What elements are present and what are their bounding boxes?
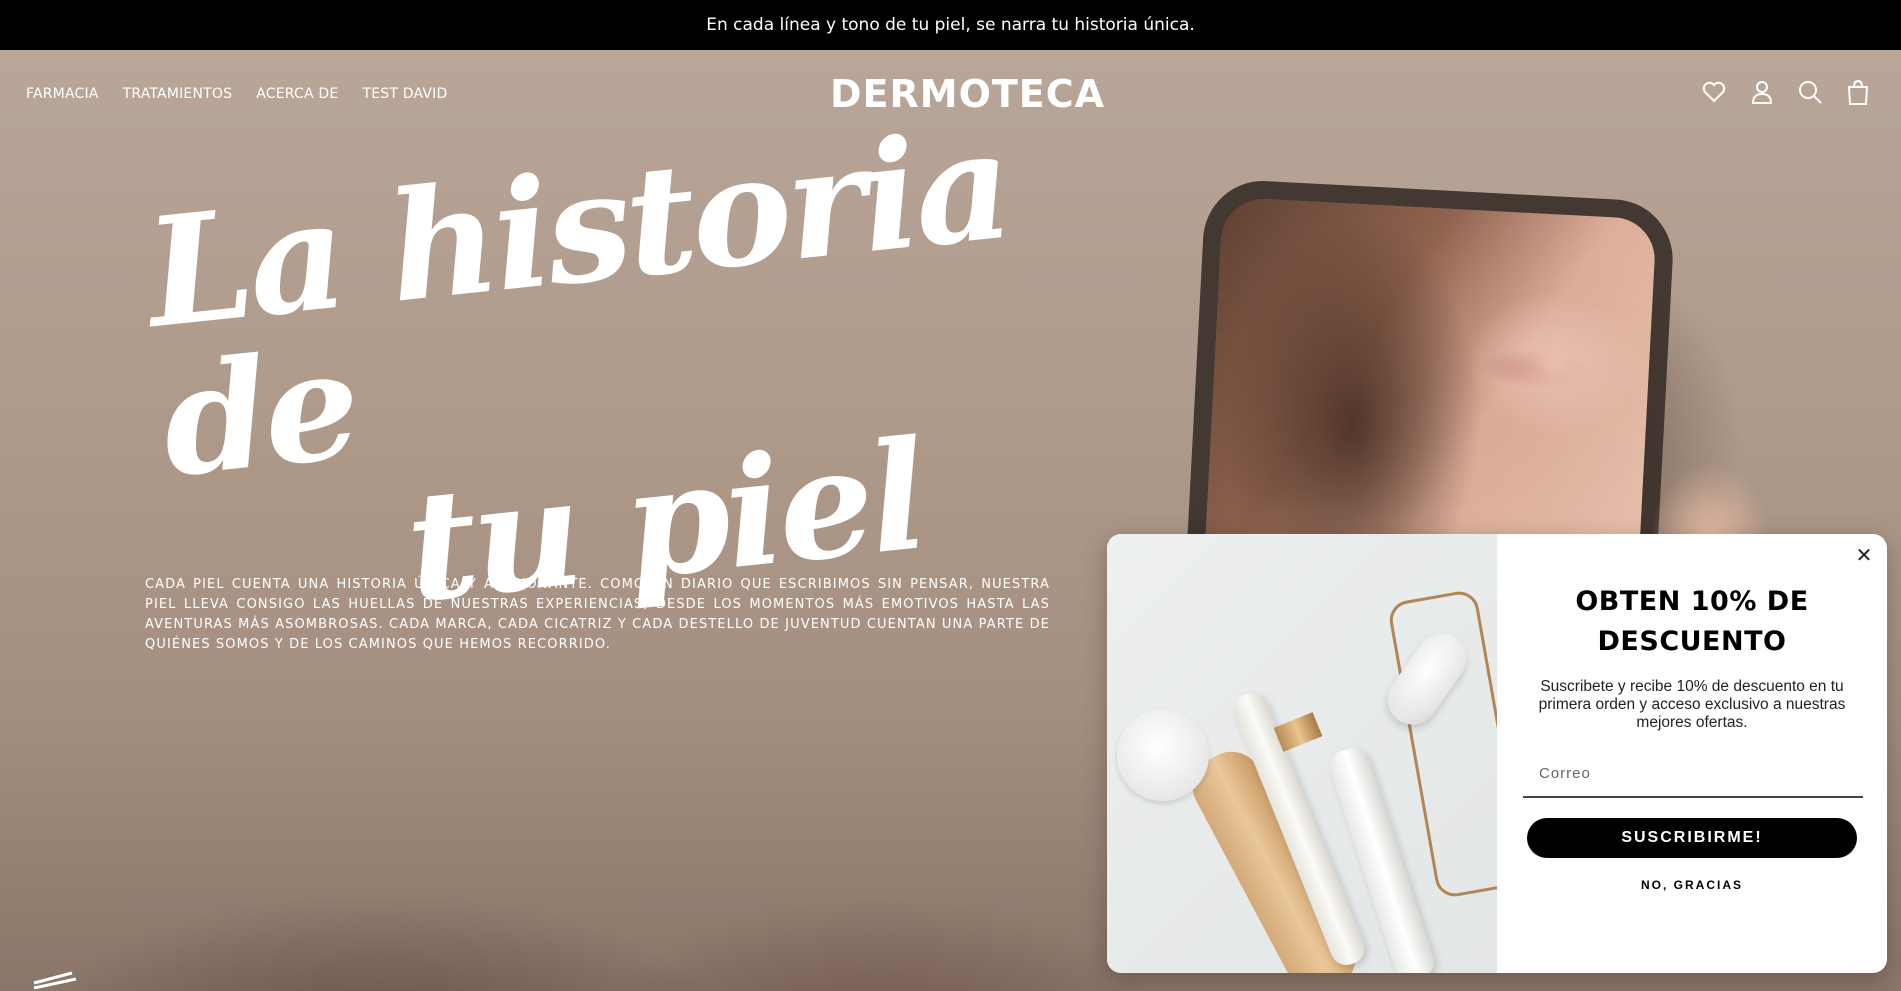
popup-content: ✕ OBTEN 10% DE DESCUENTO Suscribete y re… <box>1497 534 1887 973</box>
discount-popup: ✕ OBTEN 10% DE DESCUENTO Suscribete y re… <box>1107 534 1887 973</box>
hero-description: Cada piel cuenta una historia única y ap… <box>145 577 1050 652</box>
bag-icon[interactable] <box>1845 78 1871 106</box>
announcement-bar: En cada línea y tono de tu piel, se narr… <box>0 0 1901 50</box>
email-field[interactable] <box>1523 750 1863 798</box>
subscribe-button[interactable]: SUSCRIBIRME! <box>1527 818 1857 858</box>
decline-button[interactable]: NO, GRACIAS <box>1641 878 1743 892</box>
brush-head-shape <box>1117 709 1209 801</box>
popup-subtitle: Suscribete y recibe 10% de descuento en … <box>1538 678 1846 731</box>
heart-icon[interactable] <box>1701 78 1727 106</box>
corner-logo-icon <box>32 965 78 991</box>
announcement-text: En cada línea y tono de tu piel, se narr… <box>706 15 1195 35</box>
popup-product-image <box>1107 534 1497 973</box>
main-nav: FARMACIA TRATAMIENTOS ACERCA DE TEST DAV… <box>26 86 447 102</box>
header-icons <box>1701 78 1871 106</box>
close-icon[interactable]: ✕ <box>1853 544 1875 566</box>
nav-item-acerca-de[interactable]: ACERCA DE <box>256 86 338 102</box>
user-icon[interactable] <box>1749 78 1775 106</box>
stick-band-shape <box>1273 712 1323 752</box>
hero-title: La historia de tu piel <box>139 97 1052 647</box>
popup-title: OBTEN 10% DE DESCUENTO <box>1575 586 1809 657</box>
search-icon[interactable] <box>1797 78 1823 106</box>
nav-item-farmacia[interactable]: FARMACIA <box>26 86 99 102</box>
nav-item-tratamientos[interactable]: TRATAMIENTOS <box>123 86 233 102</box>
nav-item-test-david[interactable]: TEST DAVID <box>362 86 447 102</box>
